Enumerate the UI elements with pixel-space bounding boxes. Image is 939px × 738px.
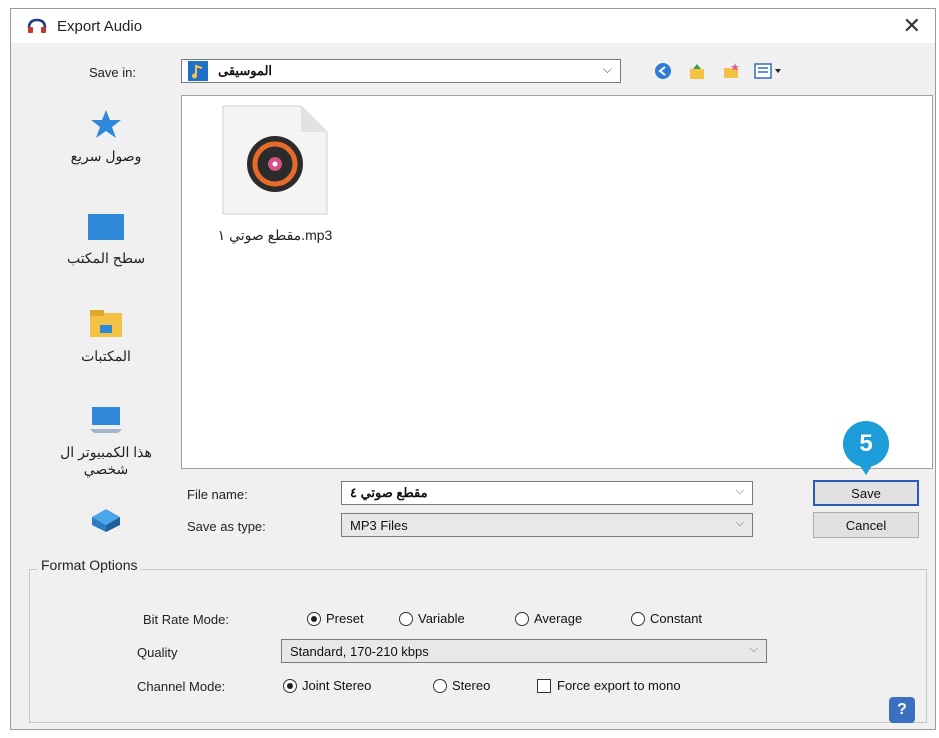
radio-variable[interactable]: Variable	[399, 611, 465, 626]
export-audio-dialog: Export Audio ✕ Save in: الموسيقى ⌵ وصول …	[10, 8, 936, 730]
chevron-down-icon: ⌵	[735, 485, 744, 497]
file-name-input[interactable]: مقطع صوتي ٤ ⌵	[341, 481, 753, 505]
quality-value: Standard, 170-210 kbps	[290, 643, 429, 659]
save-as-type-value: MP3 Files	[350, 517, 408, 533]
file-item[interactable]: مقطع صوتي ١.mp3	[200, 104, 350, 244]
quality-dropdown[interactable]: Standard, 170-210 kbps ⌵	[281, 639, 767, 663]
computer-icon	[88, 407, 124, 438]
new-folder-button[interactable]	[719, 59, 743, 83]
place-quick-access[interactable]: وصول سريع	[41, 109, 171, 165]
place-label: المكتبات	[81, 348, 131, 364]
radio-empty-icon	[399, 611, 413, 626]
radio-preset[interactable]: Preset	[307, 611, 364, 626]
save-in-label: Save in:	[89, 65, 136, 80]
title-bar: Export Audio ✕	[11, 9, 935, 43]
save-button[interactable]: Save	[813, 480, 919, 506]
back-button[interactable]	[651, 59, 675, 83]
channel-mode-label: Channel Mode:	[137, 679, 226, 694]
desktop-icon	[87, 214, 125, 244]
place-label: وصول سريع	[70, 148, 142, 164]
back-icon	[655, 63, 671, 79]
place-label: سطح المكتب	[66, 250, 146, 266]
radio-label: Variable	[418, 611, 465, 626]
radio-empty-icon	[631, 611, 645, 626]
view-menu-icon	[754, 63, 781, 79]
step-badge-pointer	[857, 461, 875, 475]
help-button[interactable]: ?	[889, 697, 915, 723]
radio-label: Joint Stereo	[302, 678, 372, 693]
save-in-value: الموسيقى	[218, 63, 273, 78]
cancel-button[interactable]: Cancel	[813, 512, 919, 538]
save-as-type-label: Save as type:	[187, 519, 266, 534]
save-as-type-dropdown[interactable]: MP3 Files ⌵	[341, 513, 753, 537]
file-name-value: مقطع صوتي ٤	[350, 485, 428, 500]
radio-joint-stereo[interactable]: Joint Stereo	[283, 678, 371, 693]
chevron-down-icon: ⌵	[735, 517, 744, 529]
place-network[interactable]	[41, 505, 171, 536]
radio-stereo[interactable]: Stereo	[433, 678, 490, 693]
place-this-pc[interactable]: هذا الكمبيوتر ال شخصي	[41, 405, 171, 478]
radio-empty-icon	[515, 611, 529, 626]
radio-constant[interactable]: Constant	[631, 611, 702, 626]
radio-selected-icon	[283, 678, 297, 693]
radio-label: Constant	[650, 611, 703, 626]
bit-rate-mode-label: Bit Rate Mode:	[143, 612, 229, 627]
new-folder-icon	[724, 63, 739, 78]
chevron-down-icon: ⌵	[602, 62, 612, 76]
audio-file-icon	[221, 105, 329, 219]
radio-average[interactable]: Average	[515, 611, 582, 626]
view-menu-button[interactable]	[753, 59, 785, 83]
window-title: Export Audio	[57, 17, 143, 35]
checkbox-empty-icon	[537, 678, 551, 693]
up-folder-icon	[690, 64, 704, 79]
format-options-title: Format Options	[37, 557, 142, 573]
place-desktop[interactable]: سطح المكتب	[41, 213, 171, 267]
force-mono-checkbox[interactable]: Force export to mono	[537, 678, 681, 693]
file-name-label: مقطع صوتي ١.mp3	[217, 227, 333, 243]
up-folder-button[interactable]	[685, 59, 709, 83]
file-list[interactable]: مقطع صوتي ١.mp3	[181, 95, 933, 469]
place-label: هذا الكمبيوتر ال شخصي	[60, 444, 152, 477]
place-libraries[interactable]: المكتبات	[41, 309, 171, 365]
close-button[interactable]: ✕	[903, 13, 921, 39]
chevron-down-icon: ⌵	[749, 643, 758, 655]
radio-label: Stereo	[452, 678, 491, 693]
quality-label: Quality	[137, 645, 178, 660]
music-folder-icon	[188, 61, 208, 81]
toolbar	[651, 59, 785, 83]
radio-selected-icon	[307, 611, 321, 626]
network-icon	[88, 509, 124, 536]
radio-label: Average	[534, 611, 583, 626]
radio-label: Preset	[326, 611, 364, 626]
star-icon	[90, 110, 122, 142]
file-name-label: File name:	[187, 487, 248, 502]
radio-empty-icon	[433, 678, 447, 693]
headphones-icon	[27, 18, 49, 34]
checkbox-label: Force export to mono	[557, 678, 681, 693]
places-bar: وصول سريع سطح المكتب المكتبات هذا الكمبي…	[41, 95, 171, 565]
libraries-icon	[89, 310, 123, 342]
save-in-dropdown[interactable]: الموسيقى ⌵	[181, 59, 621, 83]
